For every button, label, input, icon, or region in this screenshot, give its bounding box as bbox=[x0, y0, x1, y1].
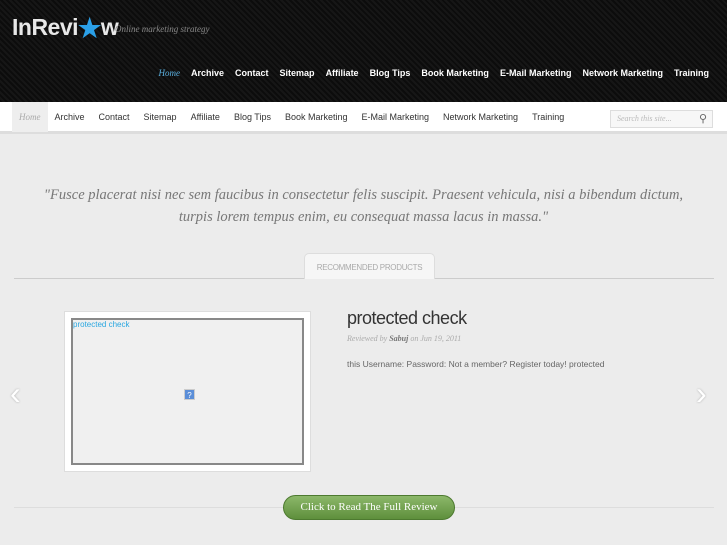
search-input[interactable]: Search this site... ⚲ bbox=[610, 110, 713, 128]
sub-nav-network-marketing[interactable]: Network Marketing bbox=[436, 102, 525, 132]
top-nav: Home Archive Contact Sitemap Affiliate B… bbox=[159, 68, 709, 78]
author-link[interactable]: Sabuj bbox=[389, 334, 408, 343]
sub-nav-archive[interactable]: Archive bbox=[48, 102, 92, 132]
search-icon[interactable]: ⚲ bbox=[699, 112, 707, 125]
sub-nav-blog-tips[interactable]: Blog Tips bbox=[227, 102, 278, 132]
tagline: Online marketing strategy bbox=[115, 24, 210, 34]
product-title[interactable]: protected check bbox=[347, 308, 467, 329]
top-nav-contact[interactable]: Contact bbox=[235, 68, 269, 78]
top-nav-book-marketing[interactable]: Book Marketing bbox=[421, 68, 489, 78]
section-tab: RECOMMENDED PRODUCTS bbox=[304, 253, 435, 279]
top-nav-sitemap[interactable]: Sitemap bbox=[280, 68, 315, 78]
featured-quote: "Fusce placerat nisi nec sem faucibus in… bbox=[43, 187, 684, 225]
sub-nav-training[interactable]: Training bbox=[525, 102, 571, 132]
top-nav-affiliate[interactable]: Affiliate bbox=[326, 68, 359, 78]
sub-nav-home[interactable]: Home bbox=[12, 102, 48, 132]
read-full-review-button[interactable]: Click to Read The Full Review bbox=[283, 495, 455, 520]
top-nav-archive[interactable]: Archive bbox=[191, 68, 224, 78]
top-nav-blog-tips[interactable]: Blog Tips bbox=[370, 68, 411, 78]
product-thumbnail[interactable]: protected check ? bbox=[64, 311, 311, 472]
sub-nav-email-marketing[interactable]: E-Mail Marketing bbox=[355, 102, 437, 132]
chevron-left-icon[interactable]: ‹ bbox=[10, 377, 21, 409]
sub-nav-sitemap[interactable]: Sitemap bbox=[137, 102, 184, 132]
product-excerpt: this Username: Password: Not a member? R… bbox=[347, 359, 605, 369]
image-alt-link[interactable]: protected check bbox=[73, 320, 129, 329]
sub-nav-affiliate[interactable]: Affiliate bbox=[184, 102, 227, 132]
header: InRevi ★ w Online marketing strategy Home … bbox=[0, 0, 727, 102]
review-meta: Reviewed by Sabuj on Jun 19, 2011 bbox=[347, 334, 462, 343]
sub-nav-contact[interactable]: Contact bbox=[92, 102, 137, 132]
star-icon: ★ bbox=[78, 12, 101, 43]
top-nav-training[interactable]: Training bbox=[674, 68, 709, 78]
top-nav-email-marketing[interactable]: E-Mail Marketing bbox=[500, 68, 572, 78]
top-nav-home[interactable]: Home bbox=[159, 68, 181, 78]
chevron-right-icon[interactable]: › bbox=[696, 377, 707, 409]
top-nav-network-marketing[interactable]: Network Marketing bbox=[582, 68, 663, 78]
logo[interactable]: InRevi ★ w bbox=[12, 12, 119, 43]
sub-nav-book-marketing[interactable]: Book Marketing bbox=[278, 102, 355, 132]
broken-image-icon: ? bbox=[184, 389, 195, 400]
